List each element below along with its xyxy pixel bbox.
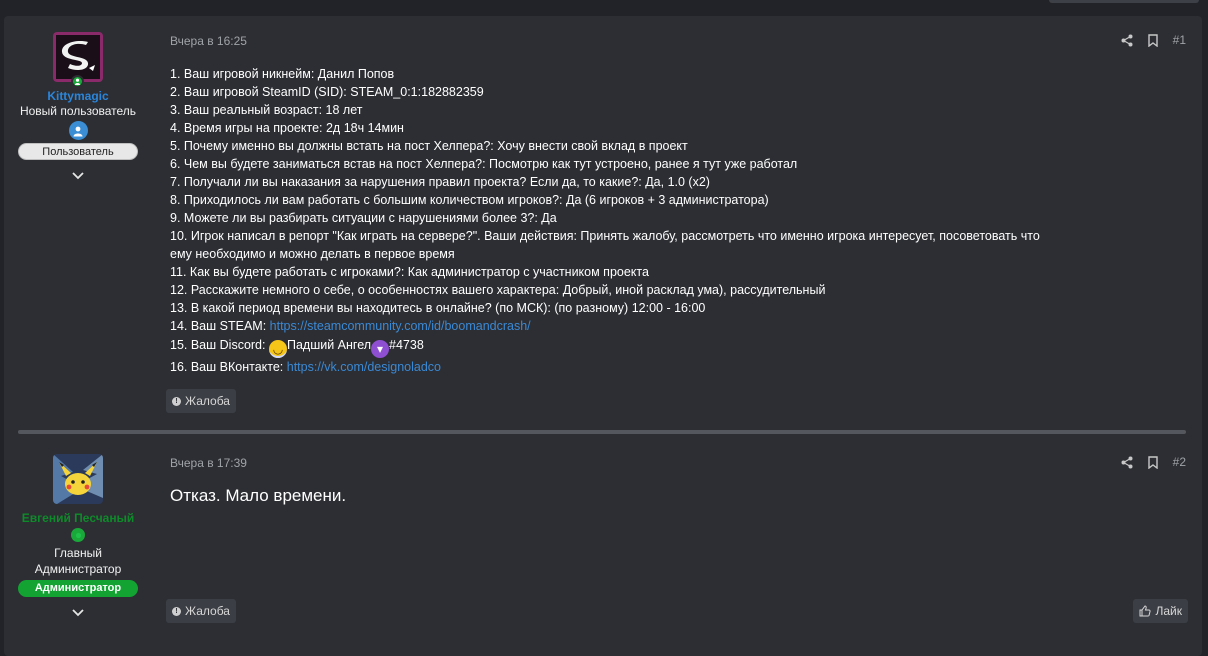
bookmark-icon[interactable] [1147,455,1159,469]
answer-line: 12. Расскажите немного о себе, о особенн… [170,283,826,297]
bookmark-icon[interactable] [1147,33,1159,47]
vk-link[interactable]: https://vk.com/designoladco [287,360,441,374]
steam-line: 14. Ваш STEAM: https://steamcommunity.co… [170,317,1170,335]
info-icon: ! [172,396,181,406]
thread-container: Kittymagic Новый пользователь Пользовате… [4,16,1202,656]
report-label: Жалоба [185,604,230,618]
answer-line: 1. Ваш игровой никнейм: Данил Попов [170,67,395,81]
role-badge: Администратор [18,580,138,597]
share-icon[interactable] [1121,456,1133,469]
report-button[interactable]: ! Жалоба [166,599,236,623]
answer-line: 8. Приходилось ли вам работать с большим… [170,193,769,207]
post-body: 1. Ваш игровой никнейм: Данил Попов 2. В… [170,65,1170,376]
post-body: Отказ. Мало времени. [170,486,347,505]
post-2-avatar-wrap[interactable] [53,454,103,504]
steam-label: 14. Ваш STEAM: [170,319,270,333]
post-number[interactable]: #1 [1173,33,1186,47]
post-actions: #2 [1121,455,1186,469]
like-button[interactable]: Лайк [1133,599,1188,623]
post-1-avatar-wrap[interactable] [53,32,103,88]
report-button[interactable]: ! Жалоба [166,389,236,413]
answer-line: 6. Чем вы будете заниматься встав на пос… [170,157,798,171]
post-1: Kittymagic Новый пользователь Пользовате… [4,16,1202,431]
username[interactable]: Евгений Песчаный [22,511,134,525]
online-status-icon [71,75,84,88]
user-role-icon [68,121,88,140]
user-title: Главный Администратор [34,546,122,576]
angel-emoji-icon: ◡ [268,340,287,358]
answer-line: 4. Время игры на проекте: 2д 18ч 14мин [170,121,404,135]
post-number[interactable]: #2 [1173,455,1186,469]
post-1-user-cell: Kittymagic Новый пользователь Пользовате… [14,32,142,182]
answer-line: 11. Как вы будете работать с игроками?: … [170,265,649,279]
chevron-down-icon[interactable] [70,607,86,619]
answer-line: 2. Ваш игровой SteamID (SID): STEAM_0:1:… [170,85,484,99]
answer-line: 7. Получали ли вы наказания за нарушения… [170,175,710,189]
thumbs-up-icon [1139,605,1152,617]
post-separator [18,430,1186,434]
share-icon[interactable] [1121,34,1133,47]
like-label: Лайк [1155,604,1182,618]
devil-emoji-icon: ▾ [371,340,390,358]
discord-name: Падший Ангел [286,338,372,352]
top-panel-edge [1049,0,1199,3]
post-date[interactable]: Вчера в 17:39 [170,456,247,470]
answer-line: 13. В какой период времени вы находитесь… [170,301,706,315]
avatar[interactable] [53,454,103,504]
discord-label: 15. Ваш Discord: [170,338,269,352]
post-2-user-cell: Евгений Песчаный Главный Администратор А… [14,454,142,619]
user-title: Новый пользователь [19,104,137,118]
answer-line: 5. Почему именно вы должны встать на пос… [170,139,688,153]
online-status-icon [71,528,85,542]
answer-line: 9. Можете ли вы разбирать ситуации с нар… [170,211,557,225]
steam-link[interactable]: https://steamcommunity.com/id/boomandcra… [270,319,531,333]
report-label: Жалоба [185,394,230,408]
answer-line: 10. Игрок написал в репорт "Как играть н… [170,229,1040,261]
vk-label: 16. Ваш ВКонтакте: [170,360,287,374]
post-date[interactable]: Вчера в 16:25 [170,34,247,48]
post-2: Евгений Песчаный Главный Администратор А… [4,438,1202,656]
info-icon: ! [172,606,181,616]
chevron-down-icon[interactable] [70,170,86,182]
answer-line: 3. Ваш реальный возраст: 18 лет [170,103,363,117]
vk-line: 16. Ваш ВКонтакте: https://vk.com/design… [170,358,1170,376]
role-badge: Пользователь [18,143,138,160]
discord-tag: #4738 [389,338,424,352]
post-actions: #1 [1121,33,1186,47]
discord-line: 15. Ваш Discord: ◡ Падший Ангел ▾ #4738 [170,336,1170,358]
username[interactable]: Kittymagic [47,89,108,103]
